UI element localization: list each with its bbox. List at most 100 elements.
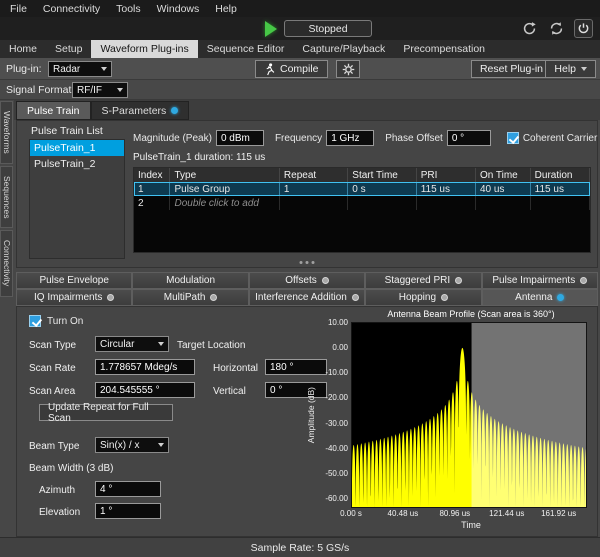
plugin-settings-button[interactable] xyxy=(336,60,360,78)
cell-empty[interactable] xyxy=(476,196,531,210)
tab-pulse-envelope[interactable]: Pulse Envelope xyxy=(16,272,132,289)
tab-hopping[interactable]: Hopping xyxy=(365,289,481,306)
sidebar-item-waveforms[interactable]: Waveforms xyxy=(0,101,13,164)
menu-file[interactable]: File xyxy=(2,3,35,15)
y-tick-label: 0.00 xyxy=(332,343,348,352)
status-dot-icon xyxy=(210,294,217,301)
tab-modulation[interactable]: Modulation xyxy=(132,272,248,289)
sidebar-item-connectivity[interactable]: Connectivity xyxy=(0,230,13,296)
cell-type[interactable]: Pulse Group xyxy=(170,182,279,196)
tab-pulse-train[interactable]: Pulse Train xyxy=(16,101,91,120)
tab-interference-addition[interactable]: Interference Addition xyxy=(249,289,365,306)
cell-index[interactable]: 2 xyxy=(134,196,170,210)
tab-pulse-train-label: Pulse Train xyxy=(27,105,80,117)
phase-offset-input[interactable] xyxy=(447,130,491,146)
tab-staggered-pri[interactable]: Staggered PRI xyxy=(365,272,481,289)
cell-repeat[interactable]: 1 xyxy=(280,182,348,196)
y-tick-label: -30.00 xyxy=(325,419,348,428)
table-row[interactable]: 1 Pulse Group 1 0 s 115 us 40 us 115 us xyxy=(134,182,590,196)
signal-format-bar: Signal Format RF/IF xyxy=(0,80,600,100)
coherent-carrier-label: Coherent Carrier xyxy=(523,133,597,144)
pulse-table: Index Type Repeat Start Time PRI On Time… xyxy=(133,167,591,253)
tab-sequence-editor[interactable]: Sequence Editor xyxy=(198,40,294,58)
coherent-carrier-checkbox[interactable] xyxy=(507,132,519,144)
tab-s-parameters[interactable]: S-Parameters xyxy=(91,101,190,120)
cell-add-placeholder[interactable]: Double click to add xyxy=(170,196,279,210)
tab-home[interactable]: Home xyxy=(0,40,46,58)
menu-windows[interactable]: Windows xyxy=(149,3,208,15)
tab-offsets[interactable]: Offsets xyxy=(249,272,365,289)
list-item-pulsetrain-2[interactable]: PulseTrain_2 xyxy=(30,156,124,172)
tab-label: Modulation xyxy=(166,275,215,286)
scan-area-input[interactable] xyxy=(95,382,195,398)
compile-button[interactable]: Compile xyxy=(255,60,328,78)
play-icon[interactable] xyxy=(265,21,277,37)
y-tick-label: -20.00 xyxy=(325,393,348,402)
menu-tools[interactable]: Tools xyxy=(108,3,149,15)
toolbar: Stopped xyxy=(0,17,600,40)
tab-antenna[interactable]: Antenna xyxy=(482,289,598,306)
cell-index[interactable]: 1 xyxy=(134,182,170,196)
beam-type-value: Sin(x) / x xyxy=(100,440,139,451)
cell-on-time[interactable]: 40 us xyxy=(476,182,531,196)
compile-runner-icon xyxy=(264,63,275,76)
tab-precompensation[interactable]: Precompensation xyxy=(394,40,494,58)
update-repeat-button[interactable]: Update Repeat for Full Scan xyxy=(39,404,173,421)
cell-start-time[interactable]: 0 s xyxy=(348,182,416,196)
scan-type-select[interactable]: Circular xyxy=(95,336,169,352)
magnitude-input[interactable] xyxy=(216,130,264,146)
table-row[interactable]: 2 Double click to add xyxy=(134,196,590,210)
azimuth-input[interactable] xyxy=(95,481,161,497)
tab-iq-impairments[interactable]: IQ Impairments xyxy=(16,289,132,306)
menu-connectivity[interactable]: Connectivity xyxy=(35,3,108,15)
target-location-label: Target Location xyxy=(177,340,245,351)
status-dot-icon xyxy=(171,107,178,114)
cell-empty[interactable] xyxy=(348,196,416,210)
turn-on-group: Turn On xyxy=(29,315,83,327)
column-header-duration: Duration xyxy=(531,168,590,182)
tab-multipath[interactable]: MultiPath xyxy=(132,289,248,306)
turn-on-checkbox[interactable] xyxy=(29,315,41,327)
cell-empty[interactable] xyxy=(417,196,476,210)
elevation-input[interactable] xyxy=(95,503,161,519)
content-area: Pulse Train S-Parameters Pulse Train Lis… xyxy=(14,100,600,537)
refresh-icon[interactable] xyxy=(520,19,539,38)
help-button-label: Help xyxy=(554,63,576,75)
list-item-pulsetrain-1[interactable]: PulseTrain_1 xyxy=(30,140,124,156)
scan-type-value: Circular xyxy=(100,339,134,350)
tab-pulse-impairments[interactable]: Pulse Impairments xyxy=(482,272,598,289)
vertical-label: Vertical xyxy=(213,386,246,397)
tab-waveform-plugins[interactable]: Waveform Plug-ins xyxy=(91,40,197,58)
application-window: File Connectivity Tools Windows Help Sto… xyxy=(0,0,600,557)
column-header-on-time: On Time xyxy=(476,168,531,182)
tab-capture-playback[interactable]: Capture/Playback xyxy=(293,40,394,58)
status-dot-icon xyxy=(322,277,329,284)
y-tick-label: 10.00 xyxy=(328,318,348,327)
run-state-button[interactable]: Stopped xyxy=(284,20,372,37)
signal-format-select[interactable]: RF/IF xyxy=(72,82,128,98)
cell-duration[interactable]: 115 us xyxy=(531,182,590,196)
help-button[interactable]: Help xyxy=(545,60,596,78)
status-dot-icon xyxy=(441,294,448,301)
sidebar-item-sequences[interactable]: Sequences xyxy=(0,166,13,229)
scan-rate-input[interactable] xyxy=(95,359,195,375)
beam-type-select[interactable]: Sin(x) / x xyxy=(95,437,169,453)
elevation-label: Elevation xyxy=(39,507,80,518)
tab-label: Interference Addition xyxy=(255,292,347,303)
frequency-input[interactable] xyxy=(326,130,374,146)
tab-setup[interactable]: Setup xyxy=(46,40,91,58)
chevron-down-icon xyxy=(101,67,107,71)
tab-label: Offsets xyxy=(285,275,317,286)
x-tick-label: 40.48 us xyxy=(388,509,419,518)
sync-icon[interactable] xyxy=(547,19,566,38)
power-icon[interactable] xyxy=(574,19,593,38)
cell-pri[interactable]: 115 us xyxy=(417,182,476,196)
reset-plugin-button[interactable]: Reset Plug-in xyxy=(471,60,552,78)
plugin-select[interactable]: Radar xyxy=(48,61,112,77)
tab-label: Antenna xyxy=(515,292,552,303)
status-dot-icon xyxy=(557,294,564,301)
cell-empty[interactable] xyxy=(531,196,590,210)
menu-help[interactable]: Help xyxy=(207,3,245,15)
cell-empty[interactable] xyxy=(280,196,348,210)
splitter-handle[interactable] xyxy=(300,261,315,264)
